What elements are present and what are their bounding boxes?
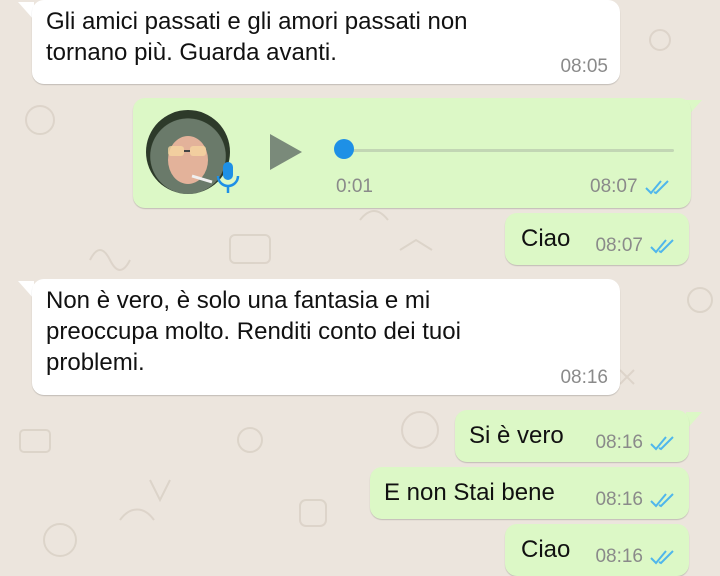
message-text: Ciao (521, 225, 571, 252)
message-meta: 08:16 (595, 546, 677, 568)
mic-icon (214, 160, 242, 201)
message-time: 08:16 (560, 367, 608, 388)
message-time: 08:07 (595, 235, 643, 256)
message-text: Ciao (521, 536, 571, 563)
message-text: Gli amici passati e gli amori passati no… (46, 8, 468, 66)
read-ticks-icon (644, 180, 669, 195)
message-text: Si è vero (469, 422, 564, 449)
play-icon[interactable] (268, 132, 304, 177)
message-time: 08:16 (595, 489, 643, 510)
outgoing-message[interactable]: Ciao 08:16 (505, 524, 689, 576)
voice-progress-track[interactable] (344, 149, 674, 152)
message-time: 08:16 (595, 546, 643, 567)
chat-thread: Gli amici passati e gli amori passati no… (0, 0, 720, 576)
message-meta: 08:05 (560, 56, 608, 78)
message-text: Non è vero, è solo una fantasia e mi pre… (46, 287, 461, 376)
message-meta: 08:16 (595, 489, 677, 511)
message-text: E non Stai bene (384, 479, 555, 506)
outgoing-message[interactable]: E non Stai bene 08:16 (370, 467, 689, 519)
message-time: 08:05 (560, 56, 608, 77)
read-ticks-icon (650, 239, 674, 254)
message-meta: 08:16 (595, 432, 677, 454)
incoming-message[interactable]: Gli amici passati e gli amori passati no… (32, 0, 620, 84)
read-ticks-icon (650, 493, 674, 508)
incoming-message[interactable]: Non è vero, è solo una fantasia e mi pre… (32, 279, 620, 395)
message-meta: 08:07 (590, 176, 672, 198)
message-time: 08:16 (595, 432, 643, 453)
voice-progress-knob[interactable] (334, 139, 354, 159)
outgoing-message[interactable]: Si è vero 08:16 (455, 410, 689, 462)
message-meta: 08:16 (560, 367, 608, 389)
read-ticks-icon (650, 436, 674, 451)
read-ticks-icon (650, 550, 674, 565)
voice-duration: 0:01 (336, 176, 373, 197)
outgoing-message[interactable]: Ciao 08:07 (505, 213, 689, 265)
message-time: 08:07 (590, 176, 638, 197)
message-meta: 08:07 (595, 235, 677, 257)
